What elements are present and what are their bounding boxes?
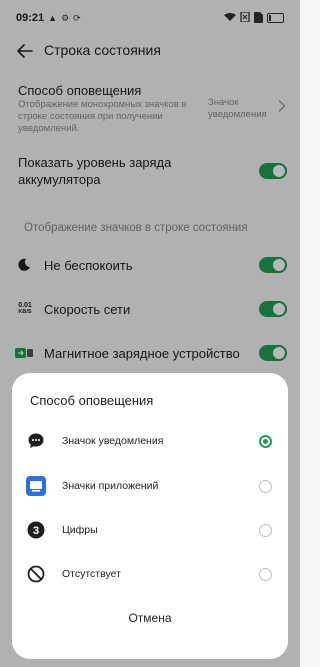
dialog-title: Способ оповещения [30, 393, 154, 408]
option-notification-icon[interactable]: Значок уведомления [12, 423, 288, 459]
radio-unselected[interactable] [259, 568, 272, 581]
number-three-icon: 3 [26, 520, 46, 540]
radio-selected[interactable] [259, 435, 272, 448]
radio-unselected[interactable] [259, 480, 272, 493]
option-label: Значки приложений [62, 480, 159, 492]
chat-bubble-icon [26, 431, 46, 451]
option-numbers[interactable]: 3 Цифры [12, 512, 288, 548]
cancel-button[interactable]: Отмена [12, 611, 288, 625]
notify-method-dialog: Способ оповещения Значок уведомления Зна… [12, 373, 288, 659]
radio-unselected[interactable] [259, 524, 272, 537]
option-label: Значок уведомления [62, 435, 164, 447]
app-badge-icon [26, 476, 46, 496]
option-none[interactable]: Отсутствует [12, 556, 288, 592]
option-label: Цифры [62, 524, 98, 536]
option-label: Отсутствует [62, 568, 121, 580]
none-icon [26, 564, 46, 584]
svg-text:3: 3 [33, 525, 39, 537]
option-app-icons[interactable]: Значки приложений [12, 468, 288, 504]
